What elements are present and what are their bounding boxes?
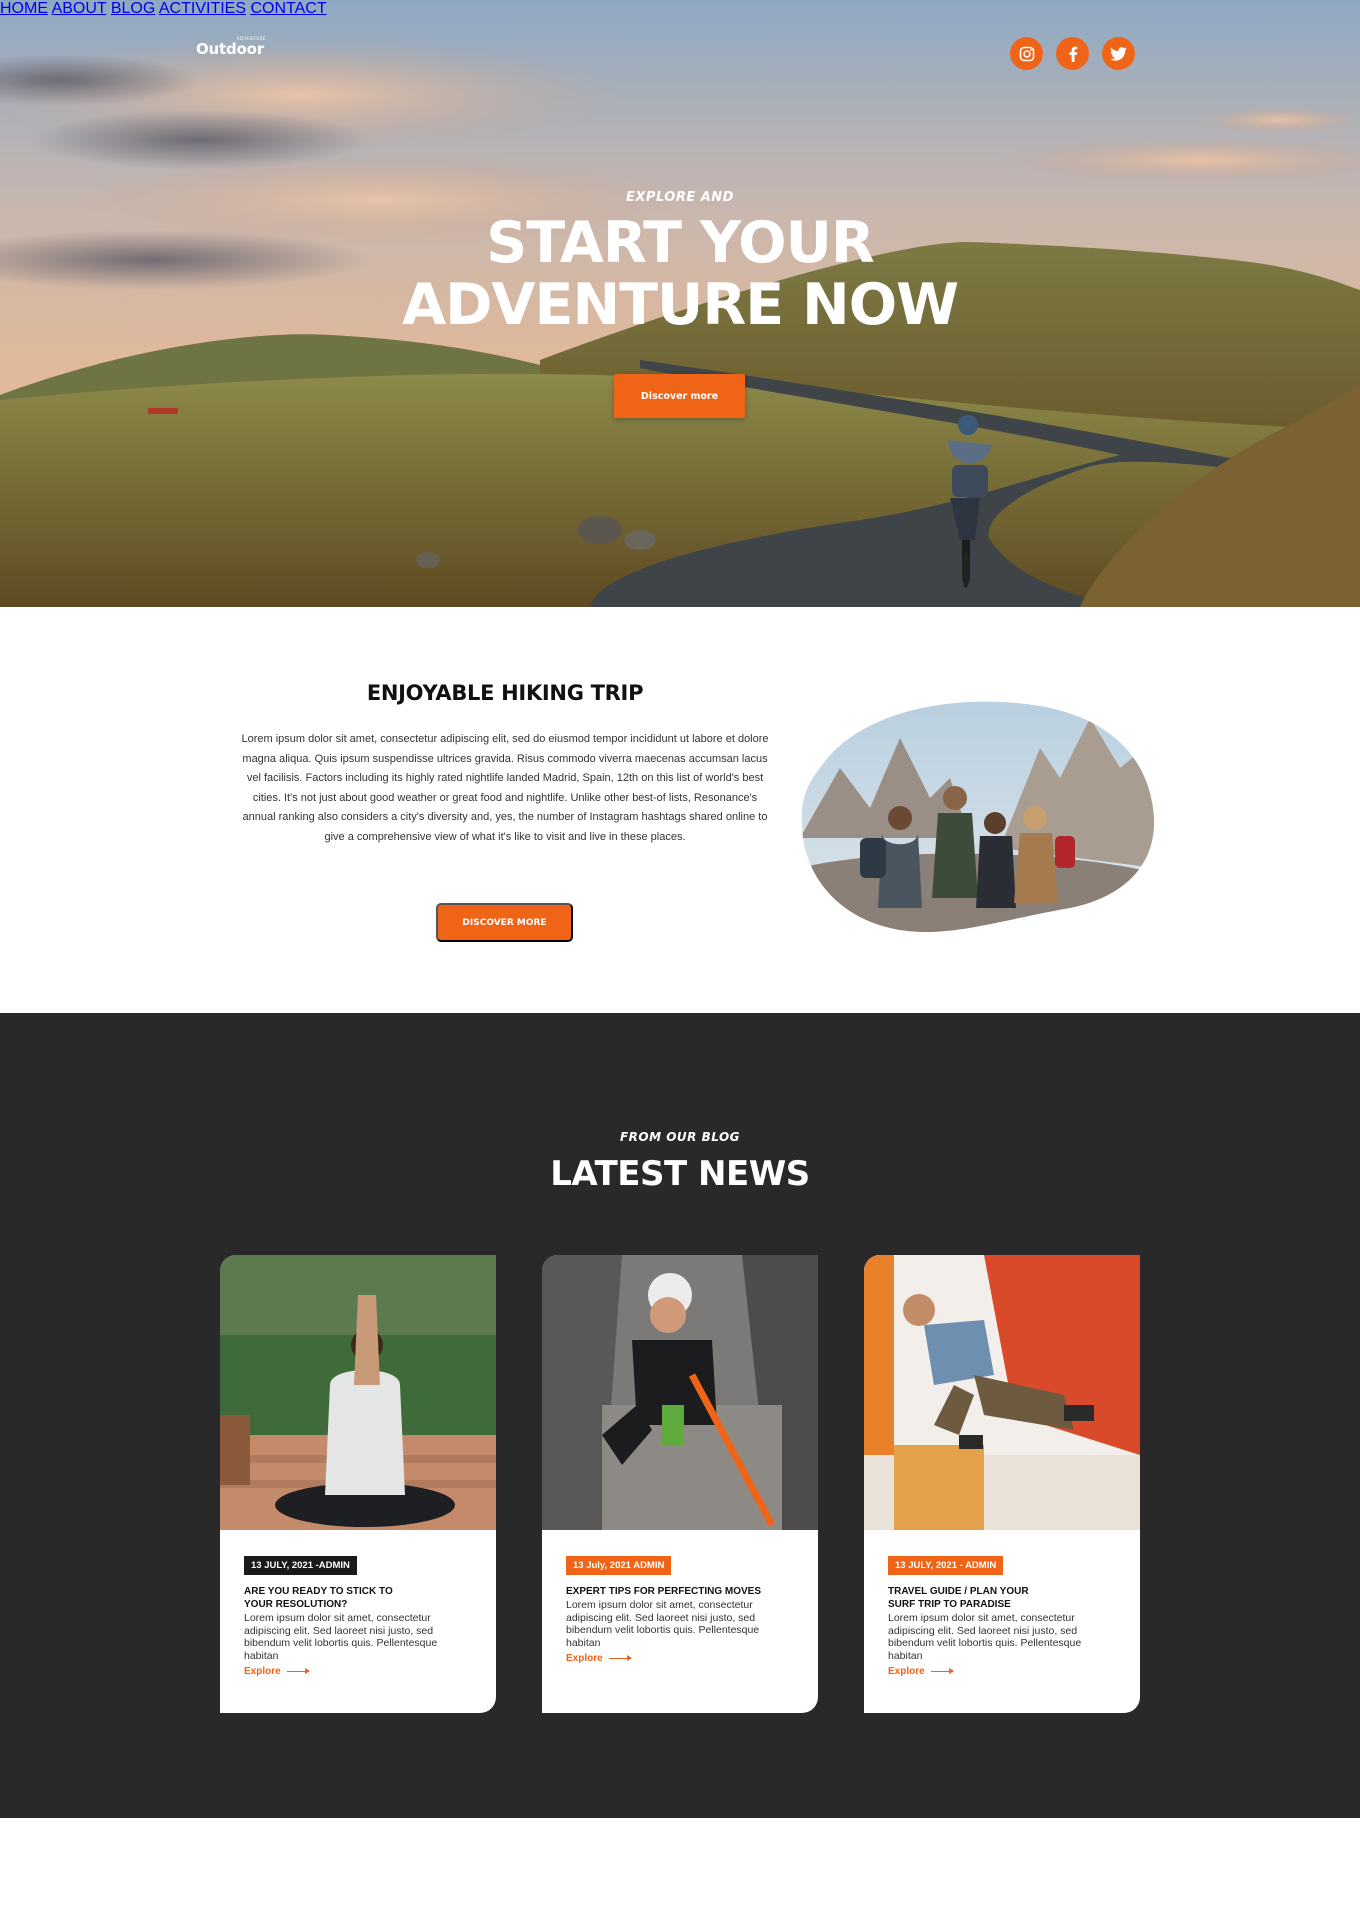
discover-more-button[interactable]: Discover more [614,374,745,418]
instagram-icon[interactable] [1010,37,1043,70]
facebook-icon[interactable] [1056,37,1089,70]
blog-title: LATEST NEWS [550,1154,810,1194]
hero-headline-line-2: ADVENTURE NOW [401,272,959,338]
post-date-tag: 13 July, 2021 ADMIN [566,1556,672,1575]
yoga-image [220,1255,496,1530]
nav-item-blog[interactable]: BLOG [111,0,155,17]
hero-headline: START YOUR ADVENTURE NOW [0,212,1360,336]
post-title[interactable]: ARE YOU READY TO STICK TO YOUR RESOLUTIO… [244,1585,414,1611]
post-excerpt: Lorem ipsum dolor sit amet, consectetur … [566,1599,760,1649]
hero-kicker: EXPLORE AND [626,190,734,205]
post-date-tag: 13 JULY, 2021 -ADMIN [244,1556,357,1575]
post-date-tag: 13 JULY, 2021 - ADMIN [888,1556,1004,1575]
explore-link-label: Explore [244,1666,281,1677]
brand-name: Outdoor [196,40,264,58]
about-body: Lorem ipsum dolor sit amet, consectetur … [241,733,769,843]
post-excerpt: Lorem ipsum dolor sit amet, consectetur … [244,1612,438,1662]
nav-item-about[interactable]: ABOUT [52,0,107,17]
arrow-right-icon [608,1655,632,1661]
nav-item-home[interactable]: HOME [0,0,48,17]
brand-logo[interactable]: Outdoor ADVENTURE [196,36,265,58]
rock-climbing-image [864,1255,1140,1530]
blog-section: FROM OUR BLOG LATEST NEWS 13 JULY, 2021 … [0,1013,1360,1818]
twitter-icon[interactable] [1102,37,1135,70]
hero-headline-line-1: START YOUR [486,210,875,276]
arrow-right-icon [286,1668,310,1674]
blog-card[interactable]: 13 July, 2021 ADMIN EXPERT TIPS FOR PERF… [542,1255,818,1713]
arrow-right-icon [930,1668,954,1674]
blog-kicker: FROM OUR BLOG [619,1130,741,1144]
about-discover-more-button[interactable]: DISCOVER MORE [436,903,573,942]
explore-link-label: Explore [566,1653,603,1664]
climber-image [542,1255,818,1530]
explore-link[interactable]: Explore [244,1666,310,1677]
hiking-group-image [800,698,1156,936]
brand-tagline: ADVENTURE [236,36,266,41]
blog-card[interactable]: 13 JULY, 2021 - ADMIN TRAVEL GUIDE / PLA… [864,1255,1140,1713]
about-title: ENJOYABLE HIKING TRIP [366,681,644,705]
blog-card[interactable]: 13 JULY, 2021 -ADMIN ARE YOU READY TO ST… [220,1255,496,1713]
post-title[interactable]: TRAVEL GUIDE / PLAN YOUR SURF TRIP TO PA… [888,1585,1058,1611]
explore-link[interactable]: Explore [888,1666,954,1677]
explore-link[interactable]: Explore [566,1653,632,1664]
post-excerpt: Lorem ipsum dolor sit amet, consectetur … [888,1612,1082,1662]
top-navigation: Outdoor ADVENTURE HOME ABOUT BLOG ACTIVI… [0,0,1360,110]
post-title[interactable]: EXPERT TIPS FOR PERFECTING MOVES [566,1585,796,1598]
hero-section: Outdoor ADVENTURE HOME ABOUT BLOG ACTIVI… [0,0,1360,607]
explore-link-label: Explore [888,1666,925,1677]
nav-item-contact[interactable]: CONTACT [250,0,326,17]
nav-item-activities[interactable]: ACTIVITIES [159,0,246,17]
